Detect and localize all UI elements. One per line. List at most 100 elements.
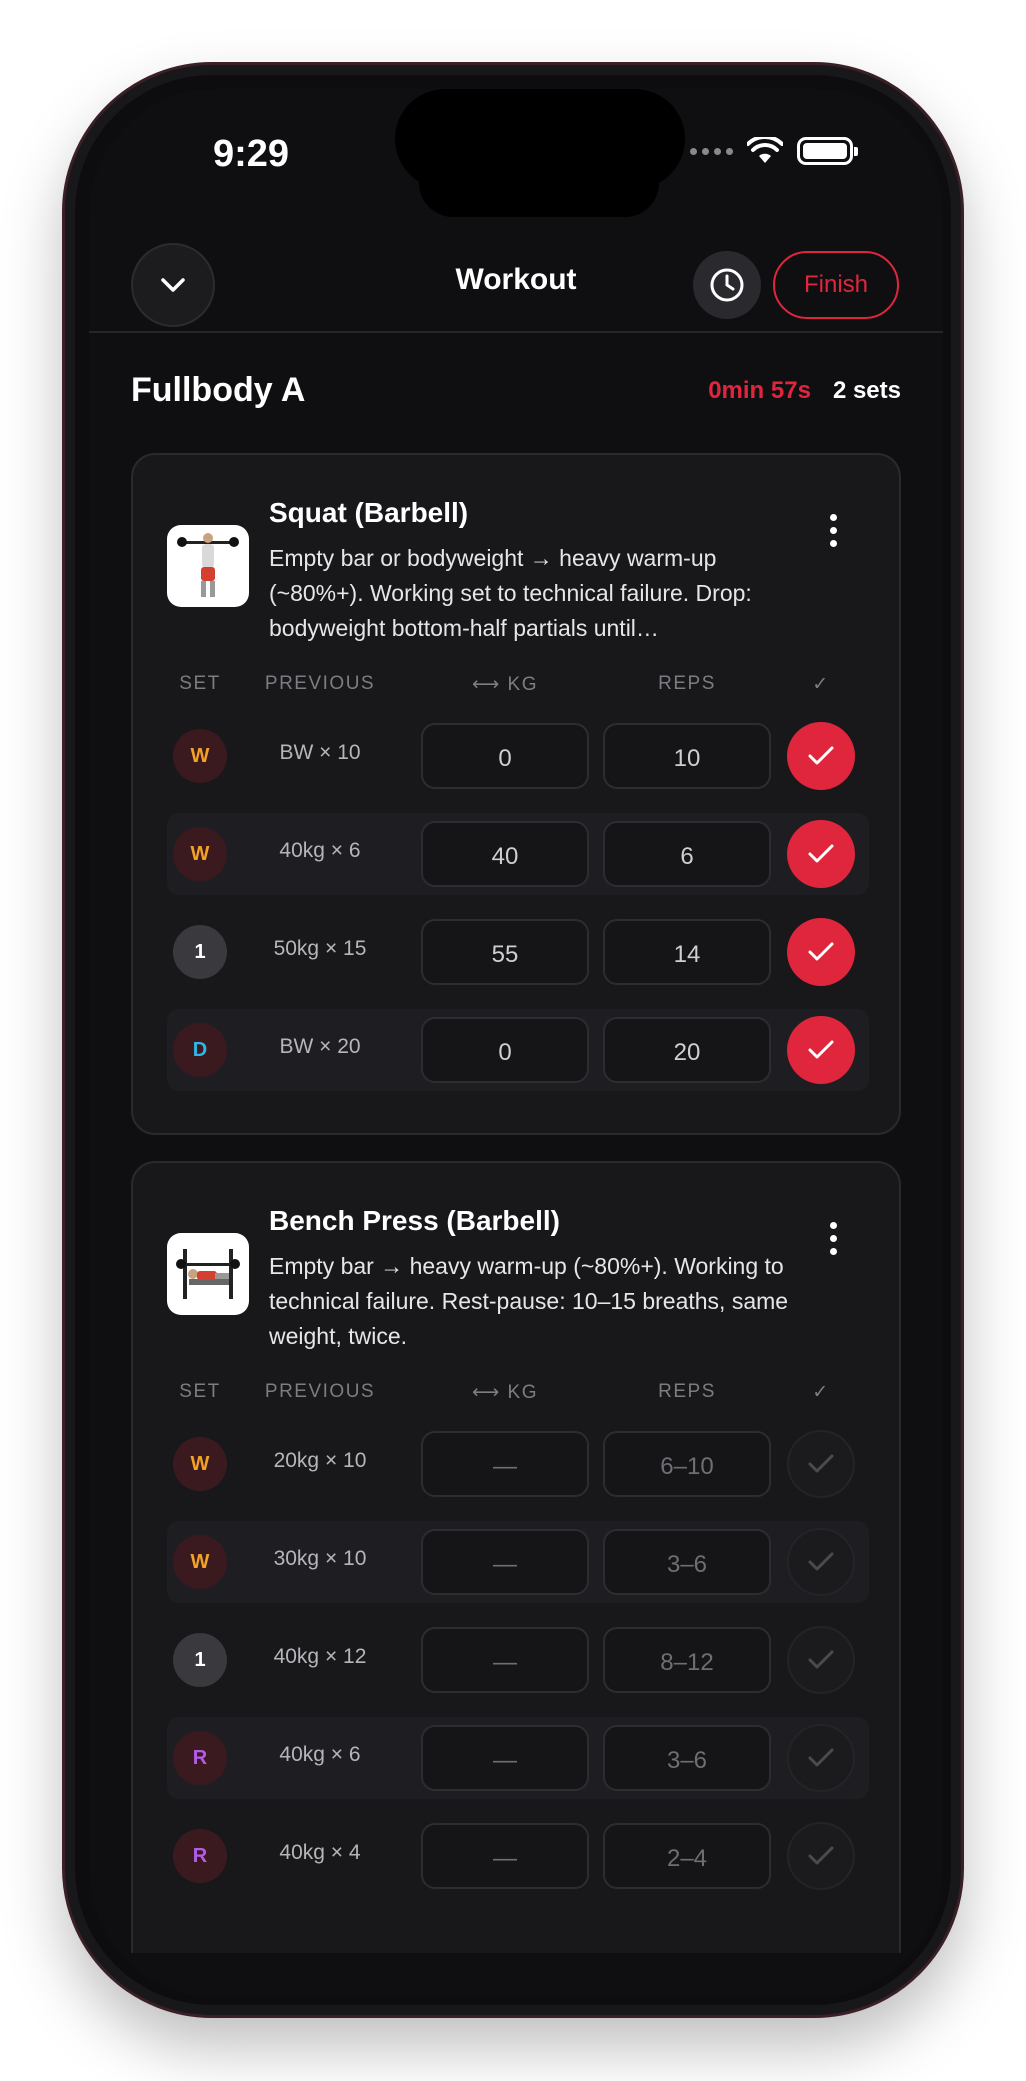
chevron-down-icon [161,278,185,292]
complete-set-button[interactable] [787,1016,855,1084]
previous-value[interactable]: 40kg × 6 [247,1743,393,1767]
previous-value[interactable]: 20kg × 10 [247,1449,393,1473]
checkmark-icon [808,1552,834,1571]
workout-content[interactable]: Fullbody A 0min 57s 2 sets Squat (Barbel… [89,333,943,1953]
finish-button[interactable]: Finish [773,251,899,319]
set-type-badge[interactable]: W [173,1437,227,1491]
col-reps: REPS [658,673,716,694]
exercise-notes: Empty bar or bodyweight → heavy warm-up … [269,545,752,641]
previous-value[interactable]: 40kg × 6 [247,839,393,863]
weight-input[interactable]: — [421,1823,589,1889]
weight-input[interactable]: 0 [421,1017,589,1083]
complete-set-button[interactable] [787,1626,855,1694]
previous-value[interactable]: 30kg × 10 [247,1547,393,1571]
checkmark-icon [808,1454,834,1473]
dynamic-island-lower [419,149,659,217]
complete-set-button[interactable] [787,1528,855,1596]
weight-input[interactable]: 55 [421,919,589,985]
set-type-badge[interactable]: R [173,1829,227,1883]
set-row: W 40kg × 6 40 6 [167,813,869,895]
status-icons [690,137,858,165]
set-row: 1 40kg × 12 — 8–12 [167,1619,869,1701]
reps-input[interactable]: 2–4 [603,1823,771,1889]
reps-input[interactable]: 14 [603,919,771,985]
rest-timer-button[interactable] [693,251,761,319]
checkmark-icon [808,746,834,765]
wifi-icon [747,137,783,163]
weight-input[interactable]: — [421,1725,589,1791]
previous-value[interactable]: BW × 20 [247,1035,393,1059]
set-row: R 40kg × 6 — 3–6 [167,1717,869,1799]
set-row: W 30kg × 10 — 3–6 [167,1521,869,1603]
col-kg: ⟷ KG [472,1382,538,1403]
reps-input[interactable]: 20 [603,1017,771,1083]
col-set: SET [179,673,221,694]
exercise-title[interactable]: Bench Press (Barbell) [269,1205,560,1237]
col-reps: REPS [658,1381,716,1402]
set-type-badge[interactable]: W [173,827,227,881]
checkmark-icon [808,844,834,863]
sets-count: 2 sets [832,377,901,404]
reps-input[interactable]: 3–6 [603,1529,771,1595]
checkmark-icon [808,1650,834,1669]
more-dot-icon [829,526,837,534]
complete-set-button[interactable] [787,820,855,888]
exercise-more-button[interactable] [813,505,853,555]
exercise-title[interactable]: Squat (Barbell) [269,497,468,529]
checkmark-icon [808,1748,834,1767]
exercise-thumbnail[interactable] [167,1233,249,1315]
complete-set-button[interactable] [787,1822,855,1890]
set-row: R 40kg × 4 — 2–4 [167,1815,869,1897]
app-screen: 9:29 Workout Finish Fullbody A 0min 57s … [89,89,943,1997]
reps-input[interactable]: 6 [603,821,771,887]
bench-press-figure-icon [176,1249,240,1299]
set-number-badge[interactable]: 1 [173,1633,227,1687]
signal-icon [690,147,733,155]
complete-set-button[interactable] [787,1724,855,1792]
weight-input[interactable]: — [421,1431,589,1497]
more-dot-icon [829,539,837,547]
complete-set-button[interactable] [787,918,855,986]
col-set: SET [179,1381,221,1402]
exercise-card-squat: Squat (Barbell) Empty bar or bodyweight … [131,453,901,1135]
set-type-badge[interactable]: W [173,729,227,783]
set-type-badge[interactable]: W [173,1535,227,1589]
reps-input[interactable]: 10 [603,723,771,789]
more-dot-icon [829,1234,837,1242]
set-type-badge[interactable]: D [173,1023,227,1077]
collapse-button[interactable] [131,243,215,327]
set-row: D BW × 20 0 20 [167,1009,869,1091]
col-done: ✓ [812,674,830,695]
exercise-more-button[interactable] [813,1213,853,1263]
more-dot-icon [829,1247,837,1255]
col-done: ✓ [812,1382,830,1403]
reps-input[interactable]: 6–10 [603,1431,771,1497]
previous-value[interactable]: 40kg × 12 [247,1645,393,1669]
previous-value[interactable]: BW × 10 [247,741,393,765]
set-row: W BW × 10 0 10 [167,715,869,797]
set-type-badge[interactable]: R [173,1731,227,1785]
reps-input[interactable]: 3–6 [603,1725,771,1791]
complete-set-button[interactable] [787,1430,855,1498]
col-previous: PREVIOUS [264,673,376,694]
complete-set-button[interactable] [787,722,855,790]
col-kg: ⟷ KG [472,674,538,695]
set-number-badge[interactable]: 1 [173,925,227,979]
previous-value[interactable]: 50kg × 15 [247,937,393,961]
checkmark-icon [808,1846,834,1865]
weight-input[interactable]: 40 [421,821,589,887]
more-dot-icon [829,513,837,521]
device-frame: 9:29 Workout Finish Fullbody A 0min 57s … [62,62,964,2018]
set-row: 1 50kg × 15 55 14 [167,911,869,993]
checkmark-icon [808,942,834,961]
exercise-thumbnail[interactable] [167,525,249,607]
previous-value[interactable]: 40kg × 4 [247,1841,393,1865]
col-previous: PREVIOUS [264,1381,376,1402]
more-dot-icon [829,1221,837,1229]
weight-input[interactable]: — [421,1529,589,1595]
workout-name[interactable]: Fullbody A [131,371,305,410]
set-row: W 20kg × 10 — 6–10 [167,1423,869,1505]
reps-input[interactable]: 8–12 [603,1627,771,1693]
weight-input[interactable]: 0 [421,723,589,789]
weight-input[interactable]: — [421,1627,589,1693]
